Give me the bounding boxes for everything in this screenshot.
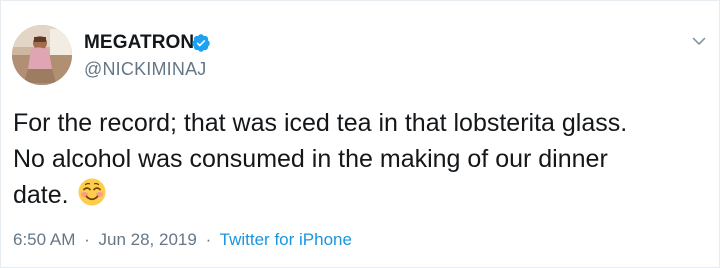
- display-name[interactable]: MEGATRON: [84, 32, 194, 54]
- avatar[interactable]: [12, 25, 72, 85]
- tweet-date[interactable]: Jun 28, 2019: [99, 230, 197, 249]
- tweet-meta: 6:50 AM · Jun 28, 2019 · Twitter for iPh…: [13, 230, 352, 250]
- verified-badge-icon: [192, 34, 210, 52]
- tweet-time[interactable]: 6:50 AM: [13, 230, 75, 249]
- tweet-text-line: date.: [13, 181, 69, 209]
- tweet-text-line: For the record; that was iced tea in tha…: [13, 109, 628, 137]
- tweet-source-link[interactable]: Twitter for iPhone: [220, 230, 352, 249]
- smiling-face-with-smiling-eyes-icon: [78, 178, 106, 206]
- tweet-text-line-last: date.: [13, 177, 703, 213]
- avatar-image: [12, 25, 72, 85]
- meta-separator: ·: [205, 230, 212, 249]
- tweet-text-line: No alcohol was consumed in the making of…: [13, 145, 608, 173]
- chevron-down-icon[interactable]: [691, 33, 707, 49]
- user-handle[interactable]: @NICKIMINAJ: [84, 59, 206, 80]
- tweet-card: MEGATRON @NICKIMINAJ For the record; tha…: [0, 0, 720, 268]
- meta-separator: ·: [84, 230, 90, 249]
- tweet-text: For the record; that was iced tea in tha…: [13, 105, 703, 213]
